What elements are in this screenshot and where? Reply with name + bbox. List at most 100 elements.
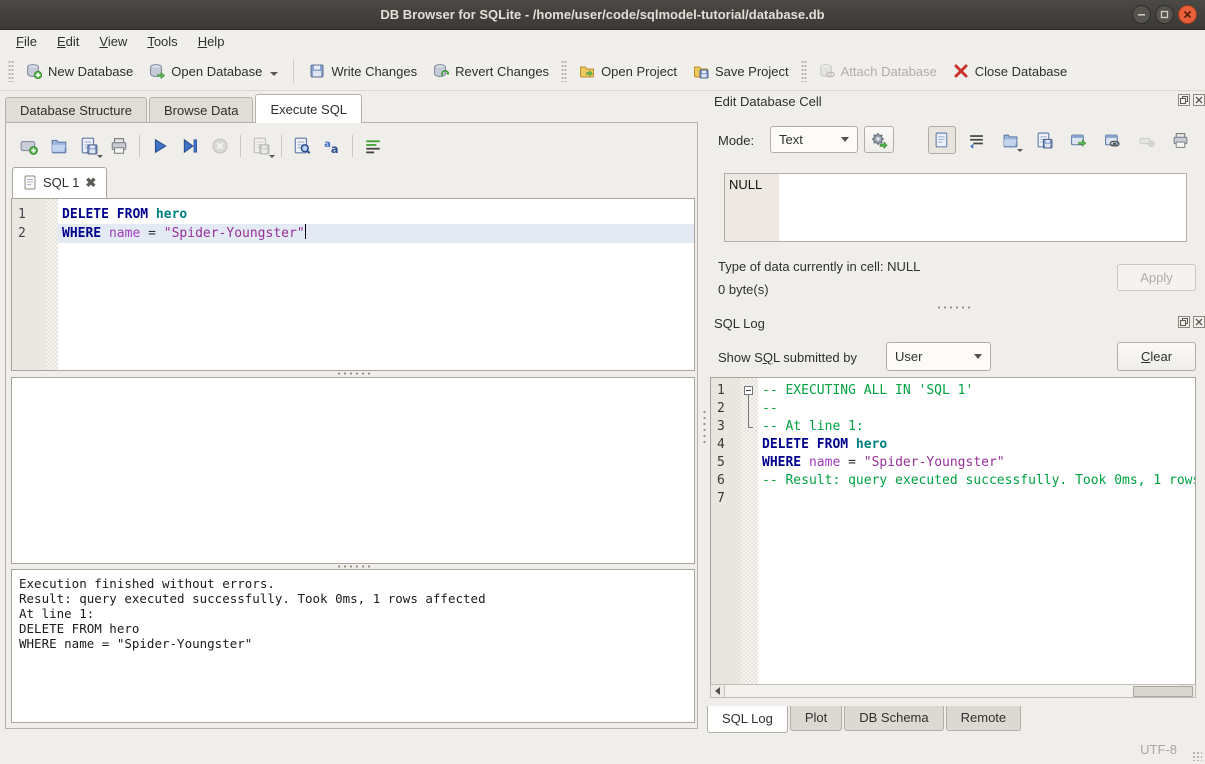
bottom-tab-plot[interactable]: Plot [790,706,842,731]
auto-complete-button[interactable]: aa [317,132,347,160]
open-project-button[interactable]: Open Project [571,58,685,84]
write-changes-icon [309,63,325,79]
export-data-button[interactable] [1030,126,1058,154]
open-sql-file-button[interactable] [44,132,74,160]
open-database-button[interactable]: Open Database [141,58,286,84]
tab-execute-sql[interactable]: Execute SQL [255,94,362,123]
log-fold-margin [741,378,758,684]
sql-document-tab[interactable]: SQL 1 ✖ [12,167,107,198]
scrollbar-thumb[interactable] [1133,686,1193,697]
fold-marker [741,400,758,418]
cell-dock-float-icon[interactable] [1178,94,1190,106]
execute-current-line-icon [181,137,199,155]
title-bar: DB Browser for SQLite - /home/user/code/… [0,0,1205,30]
find-in-sql-button[interactable] [287,132,317,160]
menu-edit[interactable]: Edit [47,32,89,51]
fold-margin-cell [741,490,758,508]
dropdown-arrow-icon[interactable] [270,72,278,76]
sql-log-pane[interactable]: 1234567 -- EXECUTING ALL IN 'SQL 1'---- … [710,377,1196,684]
database-new-icon [26,63,42,79]
close-database-button[interactable]: Close Database [945,58,1076,84]
cell-dock-close-icon[interactable] [1193,94,1205,106]
text-mode-button[interactable] [928,126,956,154]
execute-sql-panel: aa SQL 1 ✖ 12 DELETE FROM heroWHERE name… [5,122,698,729]
word-wrap-icon [968,132,985,149]
text-mode-icon [934,132,951,149]
save-project-icon [693,63,709,79]
maximize-button[interactable] [1155,5,1174,24]
revert-changes-button[interactable]: Revert Changes [425,58,557,84]
tab-database-structure[interactable]: Database Structure [5,97,147,123]
sql-tab-close-icon[interactable]: ✖ [85,175,96,191]
menu-tools[interactable]: Tools [137,32,187,51]
save-sql-file-button[interactable] [74,132,104,160]
log-horizontal-scrollbar[interactable] [710,684,1196,698]
word-wrap-lines-button[interactable] [358,132,388,160]
bottom-tab-db-schema[interactable]: DB Schema [844,706,943,731]
print-cell-button[interactable] [1166,126,1194,154]
print-cell-icon [1172,132,1189,149]
word-wrap-button[interactable] [962,126,990,154]
set-null-icon [1138,132,1155,149]
svg-text:a: a [331,143,339,155]
menu-help[interactable]: Help [188,32,235,51]
write-changes-button[interactable]: Write Changes [301,58,425,84]
editor-results-splitter[interactable] [11,371,695,376]
menu-view[interactable]: View [89,32,137,51]
menu-file[interactable]: File [6,32,47,51]
log-dock-close-icon[interactable] [1193,316,1205,328]
find-in-sql-icon [293,137,311,155]
toolbar-separator [352,135,353,157]
fold-marker [741,418,758,436]
log-filter-value: User [895,349,922,364]
open-project-icon [579,63,595,79]
close-button[interactable] [1178,5,1197,24]
auto-switch-mode-button[interactable] [864,126,894,153]
execute-current-line-button[interactable] [175,132,205,160]
log-filter-select[interactable]: User [886,342,991,371]
toolbar-grip [561,60,567,82]
import-data-button[interactable] [996,126,1024,154]
import-data-icon [1002,132,1019,149]
scroll-left-icon[interactable] [711,685,725,697]
line-number: 1 [18,205,46,224]
main-tab-bar: Database StructureBrowse DataExecute SQL [5,94,364,123]
log-dock-controls [1178,316,1205,328]
dropdown-arrow-icon [1017,149,1023,152]
fold-marker[interactable] [741,382,758,400]
new-database-button[interactable]: New Database [18,58,141,84]
mode-select[interactable]: Text [770,126,858,153]
minimize-button[interactable] [1132,5,1151,24]
window-resize-grip[interactable] [1192,751,1202,761]
gear-arrow-icon [870,131,888,149]
cell-dock-controls [1178,94,1205,106]
editor-fold-margin [46,199,58,370]
print-button[interactable] [104,132,134,160]
toolbar-separator [240,135,241,157]
sql-editor[interactable]: 12 DELETE FROM heroWHERE name = "Spider-… [11,198,695,371]
set-null-button [1132,126,1160,154]
log-dock-float-icon[interactable] [1178,316,1190,328]
bottom-tab-sql-log[interactable]: SQL Log [707,706,788,733]
main-vertical-splitter[interactable] [699,122,709,729]
clear-log-button[interactable]: Clear [1117,342,1196,371]
save-project-button[interactable]: Save Project [685,58,797,84]
log-line [758,490,1195,508]
bottom-tab-remote[interactable]: Remote [946,706,1022,731]
toolbar-grip [8,60,14,82]
open-sql-file-icon [50,137,68,155]
open-external-button[interactable] [1064,126,1092,154]
toolbar-separator [293,59,294,83]
cell-editor[interactable]: NULL [724,173,1187,242]
cell-log-splitter[interactable] [710,305,1196,310]
editor-text-area[interactable]: DELETE FROM heroWHERE name = "Spider-You… [58,199,694,370]
tab-browse-data[interactable]: Browse Data [149,97,253,123]
stop-execution-icon [211,137,229,155]
chevron-down-icon [841,137,849,142]
execute-all-button[interactable] [145,132,175,160]
copy-link-button[interactable] [1098,126,1126,154]
toolbar-separator [139,135,140,157]
main-toolbar: New DatabaseOpen Database Write ChangesRe… [0,52,1205,91]
new-sql-tab-button[interactable] [14,132,44,160]
apply-button[interactable]: Apply [1117,264,1196,291]
